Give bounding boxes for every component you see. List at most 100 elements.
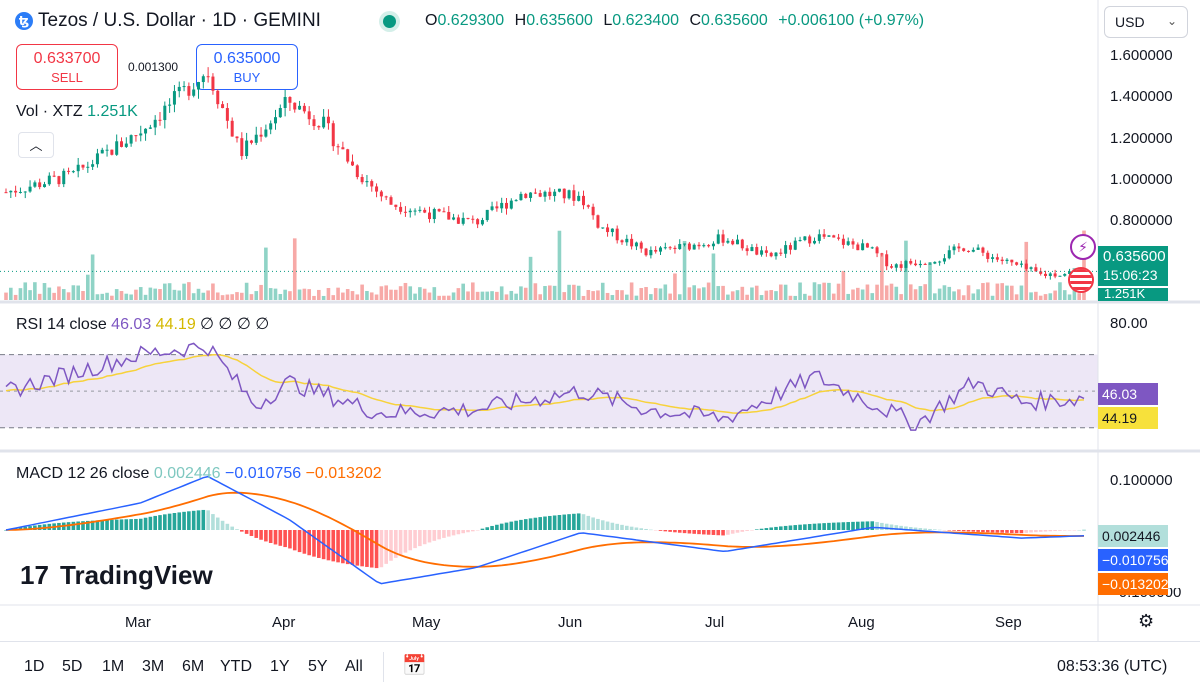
macd-hist-bar [803, 524, 807, 530]
volume-bar [803, 293, 807, 300]
volume-bar [995, 283, 1000, 300]
candle-body [514, 200, 518, 202]
volume-bar [336, 287, 340, 300]
volume-bar [167, 283, 172, 300]
volume-bar [865, 284, 870, 300]
candle-body [918, 263, 922, 266]
macd-hist-bar [875, 522, 879, 530]
macd-hist-bar [687, 530, 692, 534]
range-button-1d[interactable]: 1D [24, 658, 44, 676]
candle-body [326, 116, 330, 124]
volume-bar [716, 286, 721, 300]
volume-bar [23, 282, 28, 300]
macd-hist-bar [817, 523, 822, 530]
macd-hist-bar [1014, 530, 1019, 534]
us-flag-icon[interactable] [1068, 267, 1094, 293]
rsi-extra: ∅ ∅ ∅ ∅ [200, 316, 270, 333]
volume-bar [495, 291, 499, 300]
macd-hist-bar [870, 521, 875, 530]
range-button-all[interactable]: All [345, 658, 363, 676]
candle-body [822, 234, 826, 237]
range-button-3m[interactable]: 3M [142, 658, 164, 676]
macd-hist-bar [110, 519, 114, 530]
clock[interactable]: 08:53:36 (UTC) [1057, 658, 1167, 676]
candle-body [120, 141, 123, 147]
macd-hist-bar [148, 516, 153, 530]
candle-body [278, 107, 282, 118]
volume-bar [1014, 294, 1019, 300]
macd-hist-bar [350, 530, 355, 565]
candle-body [360, 177, 364, 183]
macd-hist-bar [735, 530, 740, 533]
range-button-ytd[interactable]: YTD [220, 658, 252, 676]
volume-bar [942, 285, 947, 300]
range-button-5y[interactable]: 5Y [308, 658, 328, 676]
candle-body [553, 191, 557, 197]
range-button-6m[interactable]: 6M [182, 658, 204, 676]
macd-hist-bar [158, 515, 162, 530]
candle-body [144, 128, 148, 134]
volume-label: Vol · XTZ [16, 103, 83, 120]
macd-hist-bar [523, 519, 528, 530]
candle-body [654, 249, 658, 252]
settings-gear-icon[interactable]: ⚙ [1138, 611, 1154, 632]
candle-body [500, 202, 504, 209]
candle-body [230, 120, 234, 137]
candle-body [495, 206, 499, 209]
volume-bar [812, 282, 817, 300]
candle-body [81, 164, 85, 168]
candle-body [177, 86, 181, 92]
lightning-icon[interactable]: ⚡ [1070, 234, 1096, 260]
candle-body [134, 135, 138, 137]
range-button-1m[interactable]: 1M [102, 658, 124, 676]
macd-hist-bar [129, 519, 133, 530]
macd-hist-bar [211, 514, 215, 530]
candle-body [105, 149, 109, 151]
volume-bar [249, 294, 254, 300]
collapse-button[interactable]: ︿ [18, 132, 54, 158]
macd-hist-bar [933, 529, 937, 530]
volume-bar [711, 253, 716, 300]
calendar-icon[interactable]: 📅 [402, 653, 427, 678]
candle-body [659, 247, 662, 252]
macd-hist-bar [831, 522, 836, 530]
bottom-toolbar [0, 641, 1200, 697]
range-button-1y[interactable]: 1Y [270, 658, 290, 676]
macd-hist-bar [812, 523, 817, 530]
macd-hist-bar [976, 530, 980, 532]
volume-bar [105, 292, 109, 300]
macd-hist-bar [783, 525, 788, 530]
macd-hist-bar [682, 530, 687, 534]
macd-hist-bar [235, 529, 239, 530]
candle-body [432, 209, 436, 220]
volume-bar [884, 285, 889, 300]
macd-signal-value: −0.013202 [305, 465, 382, 482]
candle-body [1000, 259, 1004, 262]
macd-hist-bar [225, 523, 230, 530]
candle-body [298, 105, 302, 110]
macd-hist-bar [167, 513, 172, 530]
candle-body [57, 176, 61, 185]
macd-hist-bar [398, 530, 403, 556]
volume-bar [600, 282, 605, 300]
macd-hist-bar [302, 530, 307, 554]
macd-hist-bar [745, 530, 749, 531]
volume-bar [615, 289, 619, 300]
volume-bar [596, 290, 600, 300]
volume-bar [567, 284, 571, 300]
macd-hist-bar [600, 520, 605, 530]
volume-bar [153, 288, 157, 300]
macd-hist-bar [697, 530, 701, 535]
candle-body [293, 102, 297, 110]
volume-bar [1067, 294, 1072, 300]
range-button-5d[interactable]: 5D [62, 658, 82, 676]
candle-body [1029, 267, 1033, 269]
volume-bar [389, 289, 393, 300]
volume-bar [187, 282, 191, 300]
macd-hist-bar [856, 521, 860, 530]
candle-body [201, 76, 205, 83]
time-tick: Jul [705, 614, 725, 631]
volume-bar [461, 283, 465, 300]
volume-bar [124, 293, 129, 300]
macd-hist-bar [504, 522, 509, 530]
